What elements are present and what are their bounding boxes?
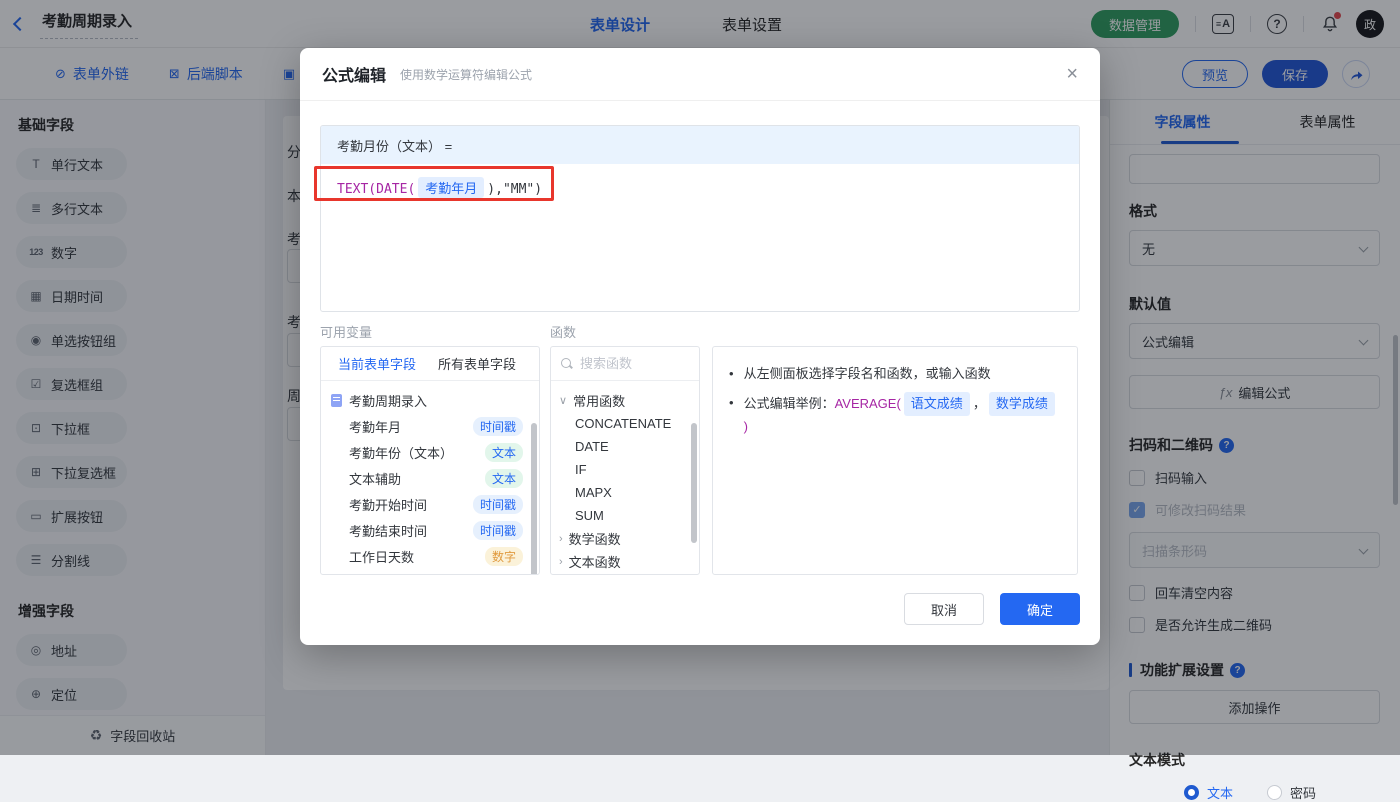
app-root: 考勤周期录入 表单设计 表单设置 数据管理 A ? 政 ⊘表单外链 ⊠后端脚本 … bbox=[0, 0, 1400, 801]
tip-line-2: • 公式编辑举例：AVERAGE(语文成绩，数学成绩) bbox=[729, 392, 1061, 438]
tab-current-form-fields[interactable]: 当前表单字段 bbox=[338, 354, 416, 373]
functions-label: 函数 bbox=[550, 325, 577, 340]
variable-row[interactable]: 考勤结束时间 时间戳 bbox=[321, 517, 539, 543]
radio-password-mode[interactable]: 密码 bbox=[1267, 783, 1316, 802]
function-search-box bbox=[551, 347, 699, 381]
type-badge: 文本 bbox=[484, 442, 523, 462]
variables-scrollbar-thumb[interactable] bbox=[531, 423, 537, 574]
tip-line-1: • 从左侧面板选择字段名和函数，或输入函数 bbox=[729, 363, 1061, 385]
function-item[interactable]: CONCATENATE bbox=[551, 412, 699, 435]
variable-row[interactable]: 考勤年月 时间戳 bbox=[321, 413, 539, 439]
formula-function-text: TEXT(DATE( bbox=[337, 182, 416, 197]
type-badge: 数字 bbox=[484, 546, 523, 566]
function-group-common[interactable]: ∨ 常用函数 bbox=[551, 389, 699, 412]
modal-footer: 取消 确定 bbox=[904, 593, 1080, 625]
type-badge: 时间戳 bbox=[472, 494, 523, 514]
form-doc-icon bbox=[331, 393, 342, 407]
radio-selected-icon bbox=[1184, 785, 1199, 800]
variable-row[interactable]: 工作日天数 数字 bbox=[321, 543, 539, 569]
function-item[interactable]: IF bbox=[551, 458, 699, 481]
formula-input-area[interactable]: TEXT(DATE(考勤年月),"MM") bbox=[321, 164, 1079, 211]
functions-panel: ∨常用函数 CONCATENATE DATE IF MAPX SUM ›数学函数… bbox=[550, 346, 700, 575]
variable-row[interactable]: 考勤年份（文本） 文本 bbox=[321, 439, 539, 465]
function-search-input[interactable] bbox=[580, 356, 680, 371]
type-badge: 文本 bbox=[484, 468, 523, 488]
tree-root-form[interactable]: 考勤周期录入 bbox=[321, 387, 539, 413]
modal-header: 公式编辑 使用数学运算符编辑公式 × bbox=[300, 48, 1100, 101]
function-group-math[interactable]: › 数学函数 bbox=[551, 527, 699, 550]
formula-editor-modal: 公式编辑 使用数学运算符编辑公式 × 考勤月份（文本） = TEXT(DATE(… bbox=[300, 48, 1100, 645]
function-group-text[interactable]: › 文本函数 bbox=[551, 550, 699, 573]
variables-label: 可用变量 bbox=[320, 325, 373, 340]
variable-row[interactable]: 考勤开始时间 时间戳 bbox=[321, 491, 539, 517]
search-icon bbox=[561, 357, 573, 370]
chevron-expanded-icon: ∨ bbox=[559, 395, 568, 407]
formula-rest-text: ),"MM") bbox=[487, 182, 543, 197]
function-item[interactable]: DATE bbox=[551, 435, 699, 458]
example-field-chip: 数学成绩 bbox=[988, 392, 1055, 416]
type-badge: 时间戳 bbox=[472, 416, 523, 436]
functions-scrollbar-thumb[interactable] bbox=[691, 423, 697, 543]
formula-target-line: 考勤月份（文本） = bbox=[321, 126, 1079, 164]
confirm-button[interactable]: 确定 bbox=[1000, 593, 1080, 625]
radio-text-mode[interactable]: 文本 bbox=[1184, 783, 1233, 802]
chevron-collapsed-icon: › bbox=[559, 555, 563, 568]
chevron-collapsed-icon: › bbox=[559, 532, 563, 545]
function-item[interactable]: MAPX bbox=[551, 481, 699, 504]
type-badge: 时间戳 bbox=[472, 520, 523, 540]
modal-title: 公式编辑 bbox=[322, 68, 387, 85]
variables-tabs: 当前表单字段 所有表单字段 bbox=[321, 347, 539, 381]
text-mode-radio-group: 文本 密码 bbox=[1184, 783, 1380, 802]
radio-unselected-icon bbox=[1267, 785, 1283, 800]
tab-all-form-fields[interactable]: 所有表单字段 bbox=[438, 354, 516, 373]
modal-subtitle: 使用数学运算符编辑公式 bbox=[400, 67, 533, 82]
variables-tree: 考勤周期录入 考勤年月 时间戳 考勤年份（文本） 文本 文本辅助 文本 考勤开始时间时… bbox=[321, 381, 539, 574]
bullet-icon: • bbox=[729, 395, 734, 410]
bullet-icon: • bbox=[729, 366, 734, 381]
formula-editor-box: 考勤月份（文本） = TEXT(DATE(考勤年月),"MM") bbox=[320, 125, 1080, 312]
close-icon[interactable]: × bbox=[1066, 64, 1078, 84]
function-item[interactable]: SUM bbox=[551, 504, 699, 527]
functions-tree: ∨ 常用函数 CONCATENATE DATE IF MAPX SUM › 数学函数… bbox=[551, 381, 699, 573]
example-function-text: AVERAGE( bbox=[834, 396, 901, 411]
variables-panel: 当前表单字段 所有表单字段 考勤周期录入 考勤年月 时间戳 考勤年份（文本） 文本 … bbox=[320, 346, 540, 575]
tips-panel: • 从左侧面板选择字段名和函数，或输入函数 • 公式编辑举例：AVERAGE(语… bbox=[712, 346, 1078, 575]
formula-field-chip[interactable]: 考勤年月 bbox=[418, 177, 485, 198]
example-field-chip: 语文成绩 bbox=[903, 392, 970, 416]
variable-row[interactable]: 文本辅助 文本 bbox=[321, 465, 539, 491]
cancel-button[interactable]: 取消 bbox=[904, 593, 984, 625]
